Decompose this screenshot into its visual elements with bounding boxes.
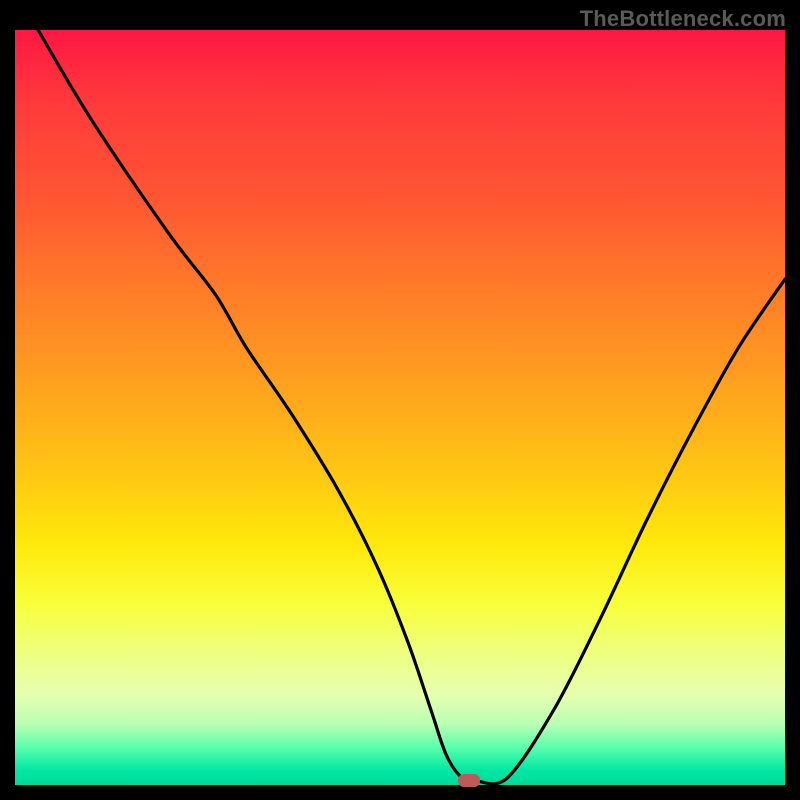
optimum-marker — [458, 774, 480, 787]
plot-area — [15, 30, 785, 785]
chart-frame: TheBottleneck.com — [0, 0, 800, 800]
curve-svg — [15, 30, 785, 785]
bottleneck-curve — [38, 30, 785, 784]
watermark-text: TheBottleneck.com — [580, 6, 786, 32]
